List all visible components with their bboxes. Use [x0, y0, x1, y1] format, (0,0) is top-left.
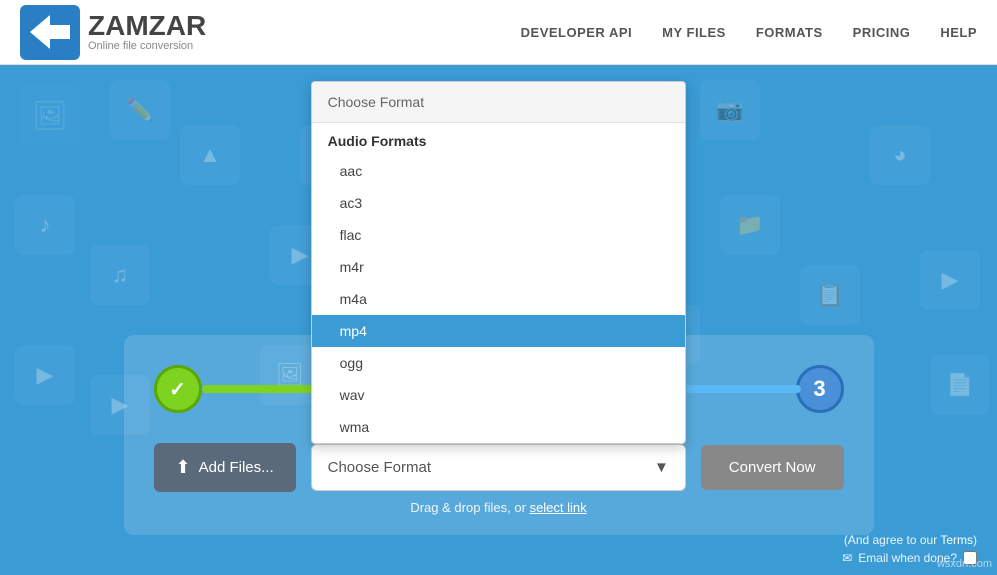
format-dropdown[interactable]: Choose Format Audio Formats aac ac3 flac…	[311, 81, 686, 444]
dropdown-item-m4a[interactable]: m4a	[312, 283, 685, 315]
terms-link[interactable]: Terms	[940, 533, 973, 547]
dropdown-item-flac[interactable]: flac	[312, 219, 685, 251]
bg-icon-mp3: ♫	[90, 245, 150, 305]
chevron-down-icon: ▼	[654, 459, 669, 476]
step-1-check: ✓	[169, 377, 186, 402]
nav-formats[interactable]: FORMATS	[756, 25, 823, 40]
converter-panel: ✓ 3 ⬆ Add Files... Choose Format Audio F…	[124, 335, 874, 535]
bg-icon-jpg: 🖼	[20, 85, 80, 145]
bg-icon-1: ✏️	[110, 80, 170, 140]
drag-drop-label: Drag & drop files, or	[410, 500, 529, 515]
nav-pricing[interactable]: PRICING	[853, 25, 911, 40]
nav-help[interactable]: HELP	[940, 25, 977, 40]
bg-icon-file: 📄	[930, 355, 990, 415]
step-3-circle: 3	[796, 365, 844, 413]
main-nav: DEVELOPER API MY FILES FORMATS PRICING H…	[521, 25, 977, 40]
audio-formats-title: Audio Formats	[312, 123, 685, 155]
bg-icon-photo: 📷	[700, 80, 760, 140]
dropdown-item-mp4[interactable]: mp4	[312, 315, 685, 347]
step-1-circle: ✓	[154, 365, 202, 413]
logo-area: ZAMZAR Online file conversion	[20, 5, 206, 60]
logo-subtitle: Online file conversion	[88, 40, 206, 52]
bg-icon-music: ♪	[15, 195, 75, 255]
header: ZAMZAR Online file conversion DEVELOPER …	[0, 0, 997, 65]
dropdown-item-wma[interactable]: wma	[312, 411, 685, 443]
add-files-button[interactable]: ⬆ Add Files...	[154, 443, 296, 492]
watermark: wsxdn.com	[937, 558, 992, 570]
logo-icon	[20, 5, 80, 60]
nav-my-files[interactable]: MY FILES	[662, 25, 726, 40]
step-3-number: 3	[813, 376, 825, 402]
format-select-wrapper: Choose Format Audio Formats aac ac3 flac…	[311, 444, 686, 491]
dropdown-item-ogg[interactable]: ogg	[312, 347, 685, 379]
main-area: 🖼 ✏️ ♪ ▲ ♫ ▶ ▶ ⚙ ▶ ➤ ✉ 📄 🖼 📷 📁 📋 📄 ◕ ▶ ♫…	[0, 65, 997, 575]
dropdown-item-wav[interactable]: wav	[312, 379, 685, 411]
bg-icon-mov: ▶	[15, 345, 75, 405]
nav-developer-api[interactable]: DEVELOPER API	[521, 25, 632, 40]
dropdown-item-aac[interactable]: aac	[312, 155, 685, 187]
dropdown-item-m4r[interactable]: m4r	[312, 251, 685, 283]
bg-icon-pie: ◕	[870, 125, 930, 185]
convert-now-label: Convert Now	[729, 459, 816, 476]
email-icon: ✉	[842, 551, 852, 565]
convert-now-button[interactable]: Convert Now	[701, 445, 844, 490]
dropdown-item-ac3[interactable]: ac3	[312, 187, 685, 219]
select-link[interactable]: select link	[530, 500, 587, 515]
add-files-label: Add Files...	[199, 459, 274, 476]
terms-text: (And agree to our Terms)	[842, 533, 977, 547]
bg-icon-clipboard: 📋	[800, 265, 860, 325]
format-select-label: Choose Format	[328, 459, 431, 476]
drag-drop-area: Drag & drop files, or select link	[154, 500, 844, 515]
bg-icon-pyramid: ▲	[180, 125, 240, 185]
format-select-button[interactable]: Choose Format ▼	[311, 444, 686, 491]
logo-brand: ZAMZAR	[88, 12, 206, 40]
upload-icon: ⬆	[176, 457, 191, 478]
dropdown-header: Choose Format	[312, 82, 685, 123]
bg-icon-folder: 📁	[720, 195, 780, 255]
controls-row: ⬆ Add Files... Choose Format Audio Forma…	[154, 443, 844, 492]
bg-icon-play3: ▶	[920, 250, 980, 310]
logo-text: ZAMZAR Online file conversion	[88, 12, 206, 52]
